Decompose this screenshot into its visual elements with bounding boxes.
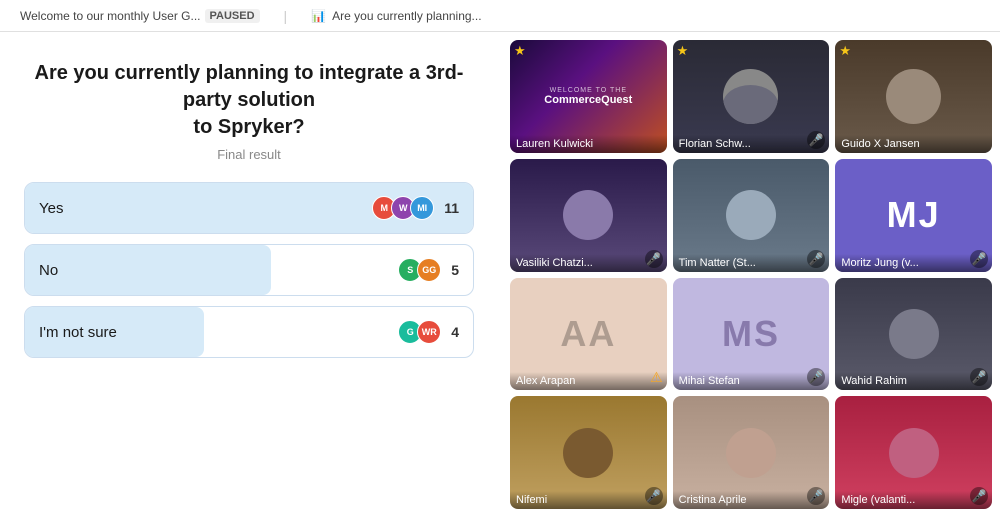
banner-title: CommerceQuest xyxy=(544,94,632,106)
avatar-stack-no: S GG xyxy=(398,258,441,282)
option-yes-label: Yes xyxy=(39,200,63,217)
mic-icon-cristina: 🎤 xyxy=(807,487,825,505)
tile-name-tim: Tim Natter (St... xyxy=(673,254,830,272)
tile-name-guido: Guido X Jansen xyxy=(835,135,992,153)
poll-icon: 📊 xyxy=(311,9,326,23)
poll-option-yes: Yes M W MI 11 xyxy=(24,182,474,234)
poll-subtitle: Final result xyxy=(24,147,474,162)
avatar-WR: WR xyxy=(417,320,441,344)
warn-icon-alex: ⚠ xyxy=(650,369,663,386)
main-content: Are you currently planning to integrate … xyxy=(0,32,1000,517)
tab-welcome[interactable]: Welcome to our monthly User G... PAUSED xyxy=(12,5,268,27)
tile-name-mihai: Mihai Stefan xyxy=(673,372,830,390)
avatar-stack-notsure: G WR xyxy=(398,320,441,344)
option-notsure-right: G WR 4 xyxy=(398,320,459,344)
tab-welcome-label: Welcome to our monthly User G... xyxy=(20,9,201,23)
vote-count-notsure: 4 xyxy=(451,324,459,340)
mic-icon-wahid: 🎤 xyxy=(970,368,988,386)
tile-name-vasiliki: Vasiliki Chatzi... xyxy=(510,254,667,272)
poll-option-no-content: No S GG 5 xyxy=(25,248,473,292)
poll-option-notsure: I'm not sure G WR 4 xyxy=(24,306,474,358)
avatar-MI: MI xyxy=(410,196,434,220)
tile-florian[interactable]: ★ Florian Schw... 🎤 xyxy=(673,40,830,153)
tile-tim[interactable]: Tim Natter (St... 🎤 xyxy=(673,159,830,272)
option-no-right: S GG 5 xyxy=(398,258,459,282)
avatar-GG: GG xyxy=(417,258,441,282)
tile-name-cristina: Cristina Aprile xyxy=(673,491,830,509)
mic-icon-florian: 🎤 xyxy=(807,131,825,149)
option-no-label: No xyxy=(39,262,58,279)
mic-icon-migle: 🎤 xyxy=(970,487,988,505)
mic-icon-vasiliki: 🎤 xyxy=(645,250,663,268)
tile-wahid[interactable]: Wahid Rahim 🎤 xyxy=(835,278,992,391)
tile-name-nifemi: Nifemi xyxy=(510,491,667,509)
tile-name-florian: Florian Schw... xyxy=(673,135,830,153)
avatar-stack-yes: M W MI xyxy=(372,196,434,220)
star-icon-guido: ★ xyxy=(839,44,851,57)
tab-poll[interactable]: 📊 Are you currently planning... xyxy=(303,5,489,27)
tile-name-lauren: Lauren Kulwicki xyxy=(510,135,667,153)
tile-mihai[interactable]: MS Mihai Stefan 🎤 xyxy=(673,278,830,391)
poll-option-no: No S GG 5 xyxy=(24,244,474,296)
tile-name-alex: Alex Arapan xyxy=(510,372,667,390)
poll-panel: Are you currently planning to integrate … xyxy=(0,32,510,517)
mic-icon-tim: 🎤 xyxy=(807,250,825,268)
tile-cristina[interactable]: Cristina Aprile 🎤 xyxy=(673,396,830,509)
mic-icon-moritz: 🎤 xyxy=(970,250,988,268)
star-icon-lauren: ★ xyxy=(514,44,526,57)
video-panel: WELCOME TO THE CommerceQuest ★ Lauren Ku… xyxy=(510,32,1000,517)
tile-lauren[interactable]: WELCOME TO THE CommerceQuest ★ Lauren Ku… xyxy=(510,40,667,153)
option-yes-right: M W MI 11 xyxy=(372,196,459,220)
tile-guido[interactable]: ★ Guido X Jansen xyxy=(835,40,992,153)
paused-badge: PAUSED xyxy=(205,9,260,23)
tile-name-wahid: Wahid Rahim xyxy=(835,372,992,390)
tile-moritz[interactable]: MJ Moritz Jung (v... 🎤 xyxy=(835,159,992,272)
mic-icon-mihai: 🎤 xyxy=(807,368,825,386)
poll-option-yes-content: Yes M W MI 11 xyxy=(25,186,473,230)
top-bar: Welcome to our monthly User G... PAUSED … xyxy=(0,0,1000,32)
tile-name-migle: Migle (valanti... xyxy=(835,491,992,509)
option-notsure-label: I'm not sure xyxy=(39,324,117,341)
tab-divider: | xyxy=(284,8,288,24)
poll-question: Are you currently planning to integrate … xyxy=(24,60,474,141)
tile-nifemi[interactable]: Nifemi 🎤 xyxy=(510,396,667,509)
poll-option-notsure-content: I'm not sure G WR 4 xyxy=(25,310,473,354)
tile-name-moritz: Moritz Jung (v... xyxy=(835,254,992,272)
vote-count-no: 5 xyxy=(451,262,459,278)
tile-alex[interactable]: AA Alex Arapan ⚠ xyxy=(510,278,667,391)
vote-count-yes: 11 xyxy=(444,200,459,216)
tile-migle[interactable]: Migle (valanti... 🎤 xyxy=(835,396,992,509)
tile-vasiliki[interactable]: Vasiliki Chatzi... 🎤 xyxy=(510,159,667,272)
star-icon-florian: ★ xyxy=(677,44,689,57)
mic-icon-nifemi: 🎤 xyxy=(645,487,663,505)
banner-welcome-text: WELCOME TO THE xyxy=(550,87,627,94)
tab-poll-label: Are you currently planning... xyxy=(332,9,481,23)
poll-options: Yes M W MI 11 No xyxy=(24,182,474,358)
